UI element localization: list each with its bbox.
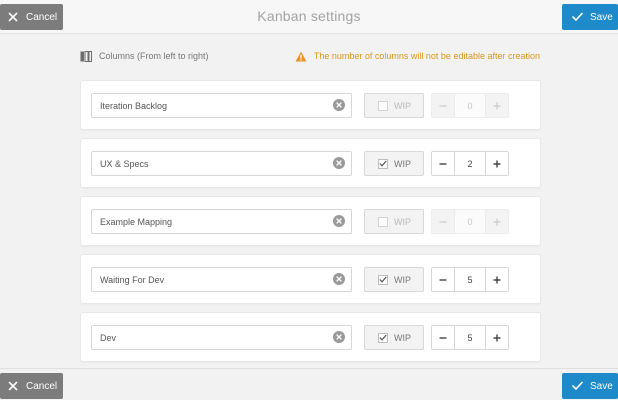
clear-input-icon[interactable]	[333, 273, 345, 285]
plus-icon	[493, 218, 501, 225]
increment-button[interactable]	[485, 268, 508, 291]
wip-value: 0	[467, 100, 473, 111]
columns-heading: Columns (From left to right)	[80, 50, 209, 62]
decrement-button[interactable]	[432, 210, 455, 233]
plus-icon	[493, 160, 501, 167]
column-card: Iteration Backlog WIP 0	[80, 80, 541, 130]
wip-stepper: 2	[431, 151, 509, 176]
column-name-value: Example Mapping	[100, 216, 173, 227]
clear-input-icon[interactable]	[333, 215, 345, 227]
clear-input-icon[interactable]	[333, 99, 345, 111]
plus-icon	[493, 276, 501, 283]
column-name-input[interactable]: Dev	[91, 325, 352, 350]
increment-button[interactable]	[485, 152, 508, 175]
wip-checkbox[interactable]	[378, 100, 388, 111]
increment-button[interactable]	[485, 326, 508, 349]
columns-icon	[80, 50, 92, 62]
minus-icon	[439, 104, 447, 107]
decrement-button[interactable]	[432, 268, 455, 291]
wip-checkbox[interactable]	[378, 332, 388, 343]
plus-icon	[493, 334, 501, 341]
column-card: Dev WIP 5	[80, 312, 541, 362]
wip-toggle[interactable]: WIP	[364, 209, 424, 234]
footer-save-label: Save	[590, 380, 613, 392]
save-button[interactable]: Save	[562, 4, 618, 30]
column-card: Example Mapping WIP 0	[80, 196, 541, 246]
wip-stepper: 5	[431, 325, 509, 350]
clear-input-icon[interactable]	[333, 157, 345, 169]
header-bar: Cancel Kanban settings Save	[0, 0, 618, 34]
checkmark-icon	[379, 160, 387, 167]
clear-input-icon[interactable]	[333, 331, 345, 343]
footer-bar: Cancel Save	[0, 368, 618, 400]
footer-cancel-label: Cancel	[26, 380, 58, 392]
minus-icon	[439, 220, 447, 223]
plus-icon	[493, 102, 501, 109]
page-title: Kanban settings	[257, 8, 361, 24]
decrement-button[interactable]	[432, 94, 455, 117]
columns-info-row: Columns (From left to right) The number …	[80, 50, 540, 62]
wip-checkbox[interactable]	[378, 274, 388, 285]
wip-toggle[interactable]: WIP	[364, 267, 424, 292]
wip-checkbox[interactable]	[378, 158, 388, 169]
column-name-value: Iteration Backlog	[100, 100, 168, 111]
decrement-button[interactable]	[432, 326, 455, 349]
column-name-input[interactable]: Iteration Backlog	[91, 93, 352, 118]
minus-icon	[439, 336, 447, 339]
footer-cancel-button[interactable]: Cancel	[0, 373, 63, 399]
wip-stepper: 0	[431, 93, 509, 118]
column-name-value: UX & Specs	[100, 158, 149, 169]
warning-text: The number of columns will not be editab…	[313, 51, 540, 61]
close-icon	[8, 381, 22, 391]
column-card: UX & Specs WIP 2	[80, 138, 541, 188]
warning-icon	[295, 51, 307, 62]
wip-checkbox[interactable]	[378, 216, 388, 227]
wip-value: 5	[467, 274, 473, 285]
wip-value: 0	[467, 216, 473, 227]
wip-label: WIP	[394, 216, 411, 227]
decrement-button[interactable]	[432, 152, 455, 175]
wip-value: 5	[467, 332, 473, 343]
column-name-input[interactable]: Example Mapping	[91, 209, 352, 234]
wip-toggle[interactable]: WIP	[364, 151, 424, 176]
column-name-input[interactable]: Waiting For Dev	[91, 267, 352, 292]
minus-icon	[439, 162, 447, 165]
increment-button[interactable]	[485, 94, 508, 117]
wip-stepper: 5	[431, 267, 509, 292]
wip-toggle[interactable]: WIP	[364, 93, 424, 118]
wip-label: WIP	[394, 158, 411, 169]
wip-stepper: 0	[431, 209, 509, 234]
checkmark-icon	[379, 334, 387, 341]
column-card: Waiting For Dev WIP 5	[80, 254, 541, 304]
column-name-input[interactable]: UX & Specs	[91, 151, 352, 176]
wip-label: WIP	[394, 100, 411, 111]
save-label: Save	[590, 11, 613, 23]
column-name-value: Waiting For Dev	[100, 274, 165, 285]
columns-label: Columns (From left to right)	[99, 51, 209, 61]
minus-icon	[439, 278, 447, 281]
column-name-value: Dev	[100, 332, 117, 343]
footer-save-button[interactable]: Save	[562, 373, 618, 399]
checkmark-icon	[379, 276, 387, 283]
increment-button[interactable]	[485, 210, 508, 233]
check-icon	[572, 12, 586, 22]
columns-list: Iteration Backlog WIP 0 UX & Specs WIP 2…	[80, 80, 541, 370]
warning-message: The number of columns will not be editab…	[295, 51, 540, 62]
wip-toggle[interactable]: WIP	[364, 325, 424, 350]
check-icon	[572, 381, 586, 391]
wip-label: WIP	[394, 332, 411, 343]
wip-value: 2	[467, 158, 473, 169]
wip-label: WIP	[394, 274, 411, 285]
